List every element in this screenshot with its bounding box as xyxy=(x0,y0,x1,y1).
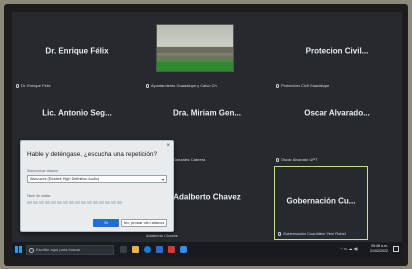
dialog-title: Hable y deténgase, ¿escucha una repetici… xyxy=(27,151,158,158)
speaker-select-label: Seleccionar altavoz xyxy=(27,169,59,173)
participant-user-label: Protección Civil Guadalupe xyxy=(276,83,329,88)
task-view-icon[interactable] xyxy=(120,246,127,253)
participant-tile-active-speaker[interactable]: Gobernación Cu... Gobernación Cuauhtém Y… xyxy=(274,166,368,240)
participant-display-name: Protecion Civil... xyxy=(305,46,369,56)
participant-display-name: Dr. Enrique Félix xyxy=(45,46,109,56)
clock[interactable]: 09:48 a.m. 21/02/2022 xyxy=(370,244,388,254)
participant-user-label: Gobernación Cuauhtém Yeni Robel xyxy=(278,231,346,236)
mic-icon xyxy=(16,83,19,88)
participant-user-label: Adalberto Chavez xyxy=(146,233,178,238)
try-another-speaker-button[interactable]: No, probar otro altavoz xyxy=(121,219,167,227)
search-icon xyxy=(29,248,34,253)
yes-button[interactable]: Sí xyxy=(93,219,119,227)
speaker-select-value: Altavoces (Realtek High Definition Audio… xyxy=(30,177,100,181)
participant-display-name: Gobernación Cu... xyxy=(286,196,356,206)
participant-display-name: Dra. Miriam Gen... xyxy=(172,108,242,118)
speaker-test-dialog: × Hable y deténgase, ¿escucha una repeti… xyxy=(20,140,174,232)
participant-user-label: Ayuntamiento Guadalupe y Calvo Ch xyxy=(146,83,217,88)
meeting-window: Dr. Enrique Félix Dr. Enrique Felix Ayun… xyxy=(12,12,402,258)
mic-icon xyxy=(146,83,149,88)
notification-icon[interactable] xyxy=(393,246,399,252)
participant-display-name: Oscar Alvarado... xyxy=(304,108,370,118)
taskbar-search-box[interactable]: Escribe aquí para buscar xyxy=(26,245,114,255)
store-icon[interactable] xyxy=(156,246,163,253)
participant-user-label: Oscar Alvarado UPT xyxy=(276,157,317,162)
participant-user-label: Dr. Enrique Felix xyxy=(16,83,51,88)
video-shelf xyxy=(157,47,233,53)
speaker-select[interactable]: Altavoces (Realtek High Definition Audio… xyxy=(27,175,167,183)
close-icon[interactable]: × xyxy=(166,143,170,149)
zoom-icon[interactable] xyxy=(180,246,187,253)
app-icon[interactable] xyxy=(168,246,175,253)
clock-date: 21/02/2022 xyxy=(370,249,388,253)
chevron-down-icon: ▾ xyxy=(161,177,164,182)
video-desk xyxy=(157,62,233,71)
edge-browser-icon[interactable] xyxy=(144,246,151,253)
output-level-meter xyxy=(27,201,122,204)
participant-tile[interactable]: Ayuntamiento Guadalupe y Calvo Ch xyxy=(142,12,272,92)
file-explorer-icon[interactable] xyxy=(132,246,139,253)
participant-display-name: Lic. Antonio Seg... xyxy=(42,108,112,118)
participant-tile[interactable]: Protecion Civil... Protección Civil Guad… xyxy=(272,12,402,92)
system-tray-icons[interactable]: ^ ▭ ☁ ◀) xyxy=(341,246,358,251)
windows-start-icon[interactable] xyxy=(15,246,22,253)
mic-icon xyxy=(276,157,279,162)
search-placeholder: Escribe aquí para buscar xyxy=(36,247,81,252)
participant-video xyxy=(156,24,234,72)
output-level-label: Nivel de salida xyxy=(27,194,51,198)
taskbar: Escribe aquí para buscar ^ ▭ ☁ ◀) 09:48 … xyxy=(12,242,402,258)
mic-icon xyxy=(276,83,279,88)
participant-tile[interactable]: Oscar Alvarado... Oscar Alvarado UPT xyxy=(272,92,402,166)
participant-tile[interactable]: Dr. Enrique Félix Dr. Enrique Felix xyxy=(12,12,142,92)
mic-icon xyxy=(278,231,281,236)
